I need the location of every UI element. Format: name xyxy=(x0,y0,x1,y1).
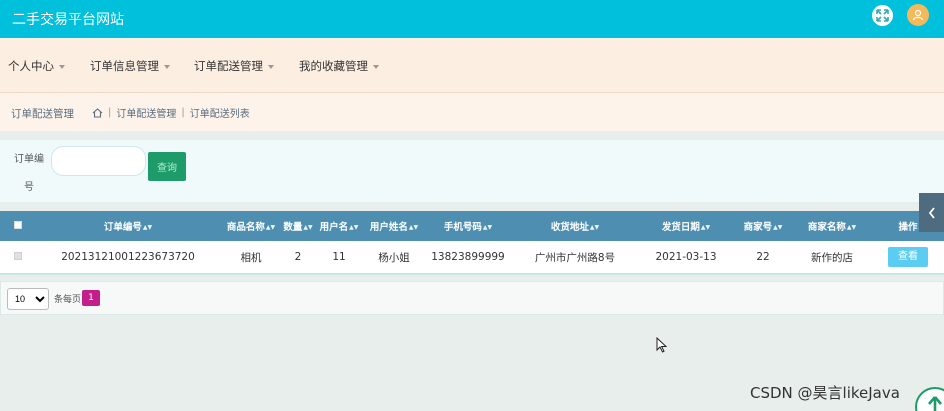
select-all-header[interactable] xyxy=(0,211,36,241)
sort-icon: ▲▼ xyxy=(265,224,276,231)
arrow-up-icon xyxy=(928,396,942,411)
expand-arrows-icon xyxy=(876,9,889,22)
breadcrumb-separator: | xyxy=(181,107,185,118)
column-label: 用户姓名 xyxy=(369,222,408,233)
column-header[interactable]: 商品名称▲▼ xyxy=(220,211,282,241)
column-label: 手机号码 xyxy=(443,222,482,233)
top-bar: 二手交易平台网站 xyxy=(0,0,944,38)
cell-order-number: 20213121001223673720 xyxy=(61,251,195,263)
caret-down-icon xyxy=(268,64,274,69)
column-header[interactable]: 手机号码▲▼ xyxy=(424,211,512,241)
fullscreen-button[interactable] xyxy=(872,5,893,26)
search-button[interactable]: 查询 xyxy=(148,152,186,181)
site-title: 二手交易平台网站 xyxy=(12,12,124,28)
breadcrumb-bar: 订单配送管理 | 订单配送管理 | 订单配送列表 xyxy=(0,93,944,131)
sort-icon: ▲▼ xyxy=(700,224,711,231)
breadcrumb-current: 订单配送列表 xyxy=(189,109,250,120)
breadcrumb: | 订单配送管理 | 订单配送列表 xyxy=(92,105,250,120)
cell-product-name: 相机 xyxy=(240,251,262,264)
home-icon[interactable] xyxy=(92,107,103,118)
table-header-row: 订单编号▲▼ 商品名称▲▼ 数量▲▼ 用户名▲▼ 用户姓名▲▼ 手机号码▲▼ 收… xyxy=(0,211,944,241)
sort-icon: ▲▼ xyxy=(349,224,359,231)
column-label: 用户名 xyxy=(319,222,349,233)
cell-address: 广州市广州路8号 xyxy=(534,251,616,264)
cell-user-realname: 杨小姐 xyxy=(378,251,410,264)
breadcrumb-link-delivery-management[interactable]: 订单配送管理 xyxy=(116,105,176,120)
column-label: 商家号 xyxy=(743,222,773,233)
page-size-select[interactable]: 10 xyxy=(7,288,49,310)
sort-icon: ▲▼ xyxy=(303,224,313,231)
column-header[interactable]: 数量▲▼ xyxy=(282,211,314,241)
scroll-to-top-button[interactable] xyxy=(915,387,944,411)
row-select-cell[interactable] xyxy=(0,241,36,273)
cell-quantity: 2 xyxy=(294,251,302,263)
sort-icon: ▲▼ xyxy=(589,224,600,231)
page-number-current[interactable]: 1 xyxy=(82,290,100,306)
mouse-cursor-icon xyxy=(656,337,667,353)
menu-order-info[interactable]: 订单信息管理 xyxy=(90,58,170,74)
column-header[interactable]: 发货日期▲▼ xyxy=(638,211,734,241)
pagination: 10 条每页 1 xyxy=(0,281,944,315)
table-row: 20213121001223673720 相机 2 11 杨小姐 1382389… xyxy=(0,241,944,273)
column-header[interactable]: 商家号▲▼ xyxy=(734,211,792,241)
breadcrumb-separator: | xyxy=(108,107,112,118)
column-header[interactable]: 用户姓名▲▼ xyxy=(364,211,424,241)
select-all-checkbox[interactable] xyxy=(14,220,22,229)
cell-username: 11 xyxy=(332,251,346,263)
side-panel-toggle[interactable] xyxy=(919,193,944,232)
column-label: 订单编号 xyxy=(103,222,142,233)
per-page-label: 条每页 xyxy=(54,295,82,305)
cell-ship-date: 2021-03-13 xyxy=(655,251,717,263)
menu-label: 我的收藏管理 xyxy=(299,59,368,73)
page-title: 订单配送管理 xyxy=(11,108,74,120)
order-number-label: 订单编 号 xyxy=(10,152,48,195)
sort-icon: ▲▼ xyxy=(482,224,493,231)
label-line: 订单编 xyxy=(14,154,44,165)
sort-icon: ▲▼ xyxy=(408,224,419,231)
view-button[interactable]: 查看 xyxy=(888,247,928,267)
column-label: 收货地址 xyxy=(550,222,589,233)
menu-label: 个人中心 xyxy=(8,59,54,73)
column-label: 商品名称 xyxy=(226,222,265,233)
label-line: 号 xyxy=(24,182,34,193)
menu-label: 订单信息管理 xyxy=(90,59,159,73)
cell-merchant-name: 新作的店 xyxy=(811,251,853,264)
caret-down-icon xyxy=(164,64,170,69)
column-header[interactable]: 商家名称▲▼ xyxy=(792,211,872,241)
csdn-watermark: CSDN @昊言likeJava xyxy=(750,384,900,402)
row-checkbox[interactable] xyxy=(14,252,22,260)
user-icon xyxy=(912,9,924,21)
caret-down-icon xyxy=(373,64,379,69)
column-label: 商家名称 xyxy=(807,222,846,233)
sort-icon: ▲▼ xyxy=(846,224,857,231)
menu-label: 订单配送管理 xyxy=(194,59,263,73)
chevron-left-icon xyxy=(928,206,935,219)
cell-phone: 13823899999 xyxy=(431,251,505,263)
caret-down-icon xyxy=(59,64,65,69)
delivery-table: 订单编号▲▼ 商品名称▲▼ 数量▲▼ 用户名▲▼ 用户姓名▲▼ 手机号码▲▼ 收… xyxy=(0,211,944,275)
menu-personal-center[interactable]: 个人中心 xyxy=(8,58,65,74)
column-label: 数量 xyxy=(283,222,303,233)
menu-order-delivery[interactable]: 订单配送管理 xyxy=(194,58,274,74)
column-label: 操作 xyxy=(898,222,918,233)
column-header[interactable]: 收货地址▲▼ xyxy=(512,211,638,241)
cell-merchant-number: 22 xyxy=(756,251,770,263)
sort-icon: ▲▼ xyxy=(142,224,153,231)
column-label: 发货日期 xyxy=(661,222,700,233)
order-number-input[interactable] xyxy=(51,146,146,176)
main-menu: 个人中心 订单信息管理 订单配送管理 我的收藏管理 xyxy=(0,38,944,93)
sort-icon: ▲▼ xyxy=(773,224,783,231)
user-avatar[interactable] xyxy=(907,4,929,26)
cell-actions: 查看 xyxy=(872,241,944,273)
menu-my-favorites[interactable]: 我的收藏管理 xyxy=(299,58,379,74)
column-header[interactable]: 用户名▲▼ xyxy=(314,211,364,241)
column-header[interactable]: 订单编号▲▼ xyxy=(36,211,220,241)
search-panel: 订单编 号 查询 xyxy=(0,140,944,202)
